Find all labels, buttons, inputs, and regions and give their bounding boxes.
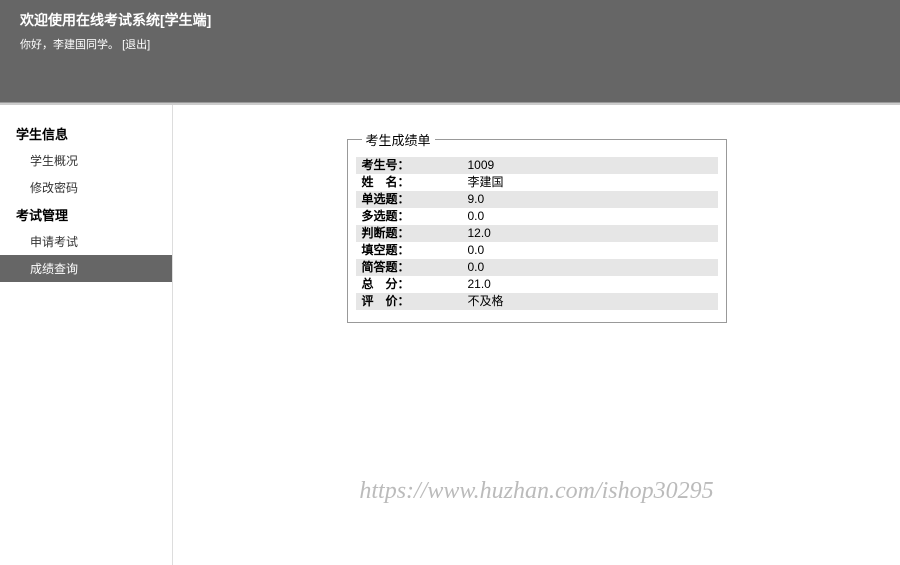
row-label-judge: 判断题： — [356, 225, 466, 242]
score-fieldset: 考生成绩单 考生号： 1009 姓 名： 李建国 单选题： 9.0 多选题： 0… — [347, 130, 727, 323]
table-row: 评 价： 不及格 — [356, 293, 718, 310]
row-value-judge: 12.0 — [466, 225, 718, 242]
row-label-single: 单选题： — [356, 191, 466, 208]
row-value-eval: 不及格 — [466, 293, 718, 310]
content-area: 考生成绩单 考生号： 1009 姓 名： 李建国 单选题： 9.0 多选题： 0… — [172, 105, 900, 565]
app-title: 欢迎使用在线考试系统[学生端] — [20, 10, 880, 30]
table-row: 考生号： 1009 — [356, 157, 718, 174]
sidebar-item-student-overview[interactable]: 学生概况 — [0, 147, 172, 174]
greeting-prefix: 你好， — [20, 39, 53, 51]
logout-link[interactable]: [退出] — [122, 39, 150, 51]
row-label-eval: 评 价： — [356, 293, 466, 310]
greeting-line: 你好，李建国同学。 [退出] — [20, 36, 880, 52]
row-value-single: 9.0 — [466, 191, 718, 208]
row-value-total: 21.0 — [466, 276, 718, 293]
row-value-id: 1009 — [466, 157, 718, 174]
table-row: 多选题： 0.0 — [356, 208, 718, 225]
table-row: 单选题： 9.0 — [356, 191, 718, 208]
row-label-name: 姓 名： — [356, 174, 466, 191]
sidebar-section-student-info: 学生信息 — [0, 120, 172, 147]
watermark-text: https://www.huzhan.com/ishop30295 — [359, 478, 713, 505]
header: 欢迎使用在线考试系统[学生端] 你好，李建国同学。 [退出] — [0, 0, 900, 103]
sidebar-item-change-password[interactable]: 修改密码 — [0, 174, 172, 201]
row-value-blank: 0.0 — [466, 242, 718, 259]
table-row: 姓 名： 李建国 — [356, 174, 718, 191]
row-label-total: 总 分： — [356, 276, 466, 293]
greeting-suffix: 同学。 — [86, 39, 119, 51]
table-row: 总 分： 21.0 — [356, 276, 718, 293]
row-label-multi: 多选题： — [356, 208, 466, 225]
row-label-short: 简答题： — [356, 259, 466, 276]
row-label-id: 考生号： — [356, 157, 466, 174]
sidebar-item-apply-exam[interactable]: 申请考试 — [0, 228, 172, 255]
greeting-username: 李建国 — [53, 39, 86, 51]
row-value-multi: 0.0 — [466, 208, 718, 225]
fieldset-legend: 考生成绩单 — [362, 130, 435, 149]
row-label-blank: 填空题： — [356, 242, 466, 259]
sidebar-item-score-query[interactable]: 成绩查询 — [0, 255, 172, 282]
row-value-short: 0.0 — [466, 259, 718, 276]
sidebar-section-exam-manage: 考试管理 — [0, 201, 172, 228]
main-container: 学生信息 学生概况 修改密码 考试管理 申请考试 成绩查询 考生成绩单 考生号：… — [0, 103, 900, 565]
table-row: 简答题： 0.0 — [356, 259, 718, 276]
table-row: 判断题： 12.0 — [356, 225, 718, 242]
row-value-name: 李建国 — [466, 174, 718, 191]
sidebar: 学生信息 学生概况 修改密码 考试管理 申请考试 成绩查询 — [0, 105, 172, 565]
table-row: 填空题： 0.0 — [356, 242, 718, 259]
score-table: 考生号： 1009 姓 名： 李建国 单选题： 9.0 多选题： 0.0 判断题… — [356, 157, 718, 310]
